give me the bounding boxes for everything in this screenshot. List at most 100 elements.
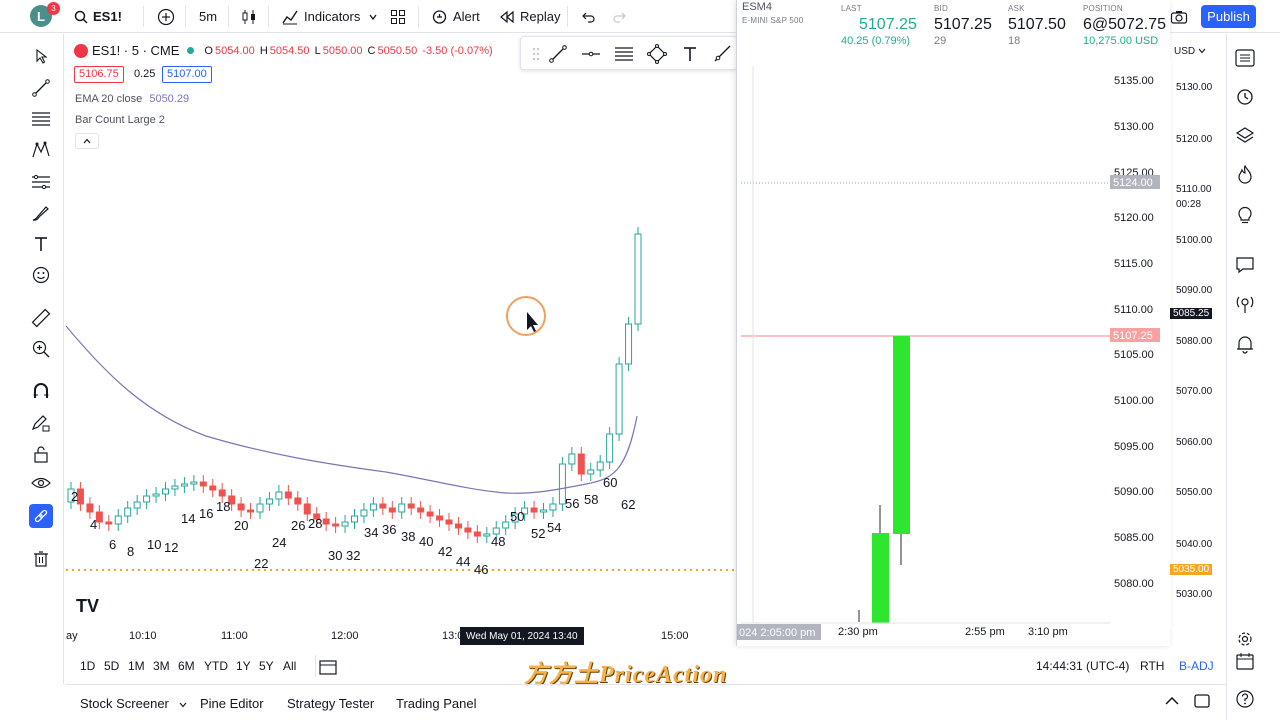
layouts-button[interactable] [390, 4, 406, 29]
candlestick-chart[interactable]: TV246 8 10 1214 16 1820222426 2830 3234 36 38 4042… [66, 34, 736, 634]
tab-trading-panel[interactable]: Trading Panel [396, 696, 476, 711]
text-tool[interactable] [29, 232, 53, 256]
open-value: 5054.00 [214, 44, 255, 57]
currency-selector[interactable]: USD [1174, 44, 1218, 58]
candle-body [436, 515, 444, 521]
spread-value: 0.25 [134, 68, 156, 80]
collapse-panel-button[interactable] [1164, 695, 1180, 710]
range-button-5d[interactable]: 5D [104, 659, 119, 673]
magnet-tool[interactable] [29, 379, 53, 403]
zoom-tool[interactable] [29, 337, 53, 361]
ema-line [66, 325, 638, 494]
alerts-button[interactable] [1233, 84, 1257, 108]
hide-drawings-tool[interactable] [29, 471, 53, 495]
range-button-1m[interactable]: 1M [128, 659, 145, 673]
settings-button[interactable] [1233, 627, 1257, 651]
collapse-legend-button[interactable] [75, 133, 99, 149]
undo-button[interactable] [580, 4, 596, 29]
buy-price-button[interactable]: 5107.00 [162, 66, 212, 83]
maximize-panel-button[interactable] [1194, 694, 1210, 711]
position-usd: 10,275.00 USD [1083, 35, 1159, 47]
indicator-templates-dropdown[interactable] [368, 4, 378, 29]
clock-label[interactable]: 14:44:31 (UTC-4) [1036, 659, 1129, 673]
chats-button[interactable] [1233, 253, 1257, 277]
alert-button[interactable]: Alert [431, 4, 480, 29]
tab-stock-screener[interactable]: Stock Screener [80, 696, 187, 711]
range-button-6m[interactable]: 6M [178, 659, 195, 673]
fav-text-button[interactable] [679, 43, 701, 65]
measure-tool[interactable] [29, 306, 53, 330]
candle-body [398, 503, 406, 513]
publish-button[interactable]: Publish [1201, 5, 1256, 28]
stay-in-drawing-mode-tool[interactable] [29, 411, 53, 435]
watchlist-button[interactable] [1233, 46, 1257, 70]
fav-rotated-rectangle-button[interactable] [646, 43, 668, 65]
candle-body [360, 509, 368, 517]
brush-tool[interactable] [29, 201, 53, 225]
range-button-1y[interactable]: 1Y [236, 659, 251, 673]
compare-symbol-button[interactable] [157, 4, 175, 29]
fib-retracement-tool[interactable] [29, 107, 53, 131]
tab-pine-editor[interactable]: Pine Editor [200, 696, 264, 711]
candle-body [351, 515, 358, 523]
text-icon [35, 237, 47, 251]
symbol-search-button[interactable]: ES1! [74, 4, 122, 29]
chart-type-button[interactable] [240, 4, 258, 29]
range-button-3m[interactable]: 3M [153, 659, 170, 673]
hotlists-button[interactable] [1233, 163, 1257, 187]
session-label[interactable]: RTH [1140, 659, 1164, 673]
remove-drawings-tool[interactable] [29, 547, 53, 571]
ema-legend[interactable]: EMA 20 close 5050.29 [75, 93, 189, 105]
calendar-button[interactable] [1233, 649, 1257, 673]
bar-count-label: 2 [71, 489, 78, 504]
cursor-tool[interactable] [29, 44, 53, 68]
go-to-date-button[interactable] [318, 657, 338, 677]
cme-logo-icon [74, 43, 88, 58]
fav-fib-button[interactable] [613, 43, 635, 65]
drag-handle[interactable] [525, 43, 547, 65]
bar-count-label: 50 [510, 509, 524, 524]
bar-count-label: 30 [328, 548, 342, 563]
sell-price-button[interactable]: 5106.75 [74, 66, 124, 83]
range-button-ytd[interactable]: YTD [204, 659, 228, 673]
candle-body [502, 521, 510, 529]
range-button-1d[interactable]: 1D [80, 659, 95, 673]
bar-count-label: 60 [603, 475, 617, 490]
price-axis-label: 5080.00 [1176, 336, 1213, 347]
help-button[interactable] [1233, 687, 1257, 711]
bar-count-label: 18 [216, 499, 230, 514]
icon-tool[interactable] [29, 263, 53, 287]
notifications-button[interactable] [1233, 332, 1257, 356]
object-tree-button[interactable] [1233, 124, 1257, 148]
forecasting-tool[interactable] [29, 170, 53, 194]
fav-ray-button[interactable] [711, 43, 733, 65]
sync-drawings-tool[interactable] [29, 504, 53, 528]
fav-horizontal-line-button[interactable] [580, 43, 602, 65]
range-button-5y[interactable]: 5Y [259, 659, 274, 673]
panel-gray-tag [1110, 175, 1160, 189]
candle-body [445, 519, 453, 525]
redo-button[interactable] [612, 4, 628, 29]
symbol-legend[interactable]: ES1! · 5 · CME O 5054.00 H 5054.50 L 5050.0… [74, 43, 495, 58]
interval-button[interactable]: 5m [199, 4, 217, 29]
range-button-all[interactable]: All [283, 659, 296, 673]
trend-line-tool[interactable] [29, 76, 53, 100]
candle-body [105, 521, 113, 525]
candle-body [332, 523, 340, 527]
close-value: 5050.50 [377, 44, 418, 57]
redo-icon [613, 12, 626, 23]
time-axis-label: 11:00 [221, 630, 248, 642]
bar-count-label: 10 [147, 537, 161, 552]
tab-strategy-tester[interactable]: Strategy Tester [287, 696, 374, 711]
streams-button[interactable] [1233, 292, 1257, 316]
pattern-tool[interactable] [29, 138, 53, 162]
snapshot-button[interactable] [1170, 4, 1188, 29]
adjustment-label[interactable]: B-ADJ [1179, 659, 1214, 673]
indicators-button[interactable]: Indicators [281, 4, 360, 29]
ideas-button[interactable] [1233, 203, 1257, 227]
fav-trend-line-button[interactable] [547, 43, 569, 65]
lock-drawings-tool[interactable] [29, 442, 53, 466]
bar-count-legend[interactable]: Bar Count Large 2 [75, 114, 165, 126]
trade-panel[interactable]: ESM4 E-MINI S&P 500 LAST 5107.25 40.25 (… [736, 0, 1171, 646]
replay-button[interactable]: Replay [499, 4, 560, 29]
